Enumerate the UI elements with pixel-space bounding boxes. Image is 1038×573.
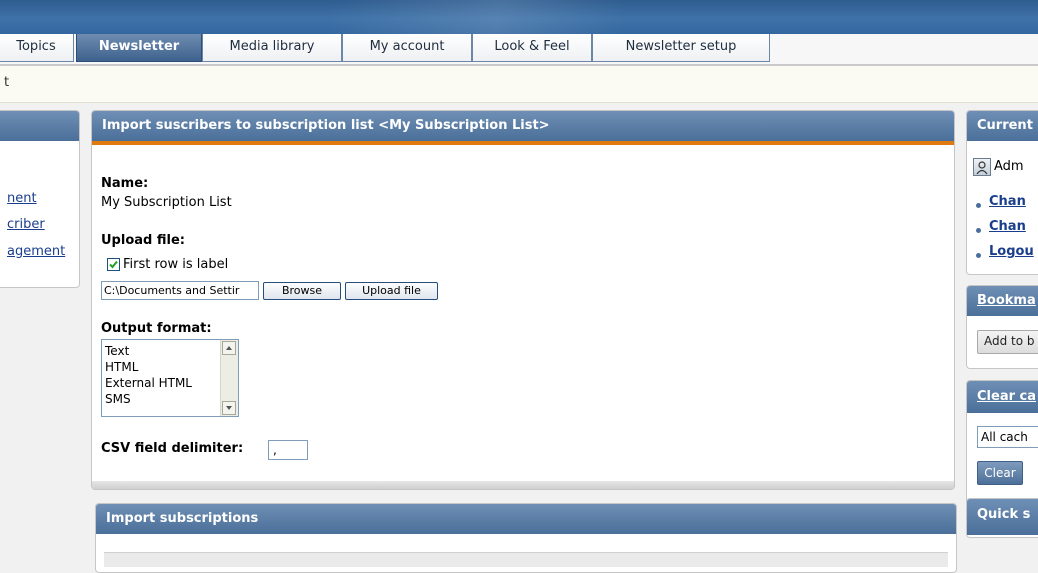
listbox-option-sms[interactable]: SMS	[105, 391, 131, 407]
breadcrumb-bar: t	[0, 66, 1038, 103]
left-menu-link-1[interactable]: nent	[7, 191, 37, 206]
clear-cache-title[interactable]: Clear ca	[967, 381, 1038, 413]
left-menu-link-3[interactable]: agement	[7, 244, 65, 259]
name-value: My Subscription List	[101, 195, 232, 210]
bullet	[976, 228, 981, 233]
first-row-label: First row is label	[123, 257, 229, 272]
bookmarks-panel: Bookma Add to b	[966, 285, 1038, 369]
scroll-down-arrow-icon[interactable]	[222, 401, 236, 415]
panel-footer-strip	[92, 481, 954, 489]
current-user-panel: Current Adm Chan Chan Logou	[966, 110, 1038, 275]
change-link-1[interactable]: Chan	[989, 194, 1026, 209]
change-link-2[interactable]: Chan	[989, 219, 1026, 234]
output-format-listbox[interactable]: Text HTML External HTML SMS	[101, 339, 239, 417]
left-menu-header	[0, 111, 79, 141]
breadcrumb: t	[4, 75, 10, 90]
cache-type-select[interactable]: All cach	[977, 426, 1038, 448]
bookmarks-title[interactable]: Bookma	[967, 286, 1038, 316]
listbox-option-html[interactable]: HTML	[105, 359, 138, 375]
clear-cache-button[interactable]: Clear	[977, 461, 1023, 485]
first-row-checkbox[interactable]	[107, 258, 120, 271]
import-panel-title: Import suscribers to subscription list <…	[92, 111, 954, 141]
output-format-label: Output format:	[101, 321, 212, 336]
current-user-title: Current	[967, 111, 1038, 141]
import-subscribers-panel: Import suscribers to subscription list <…	[91, 110, 955, 490]
listbox-option-text[interactable]: Text	[105, 343, 129, 359]
left-menu-link-2[interactable]: criber	[7, 217, 45, 232]
listbox-option-external-html[interactable]: External HTML	[105, 375, 192, 391]
csv-delimiter-label: CSV field delimiter:	[101, 441, 244, 456]
accent-strip	[92, 141, 954, 145]
quick-search-panel: Quick s	[966, 498, 1038, 538]
tab-topics[interactable]: Topics	[0, 34, 74, 62]
listbox-scrollbar[interactable]	[220, 340, 238, 416]
import-subscriptions-title: Import subscriptions	[96, 504, 956, 534]
import-subscriptions-panel: Import subscriptions	[95, 503, 957, 573]
banner-decoration	[330, 0, 750, 34]
tab-media-library[interactable]: Media library	[202, 34, 342, 62]
import-table-header	[104, 552, 948, 567]
tab-my-account[interactable]: My account	[342, 34, 472, 62]
user-icon	[973, 158, 991, 176]
tab-newsletter-setup[interactable]: Newsletter setup	[592, 34, 770, 62]
upload-file-button[interactable]: Upload file	[345, 282, 438, 300]
logout-link[interactable]: Logou	[989, 244, 1034, 259]
add-bookmark-button[interactable]: Add to b	[977, 330, 1038, 354]
name-label: Name:	[101, 176, 149, 191]
user-name: Adm	[994, 159, 1024, 174]
csv-delimiter-input[interactable]	[268, 440, 308, 460]
upload-file-label: Upload file:	[101, 233, 185, 248]
tab-newsletter[interactable]: Newsletter	[76, 34, 202, 62]
clear-cache-panel: Clear ca All cach Clear	[966, 380, 1038, 508]
browse-button[interactable]: Browse	[263, 282, 341, 300]
quick-search-title: Quick s	[967, 499, 1038, 535]
left-menu-panel: nent criber agement	[0, 110, 80, 288]
bullet	[976, 203, 981, 208]
top-banner	[0, 0, 1038, 34]
tab-look-and-feel[interactable]: Look & Feel	[472, 34, 592, 62]
file-path-input[interactable]	[101, 281, 259, 300]
checkbox-checked-icon	[109, 260, 118, 269]
main-tab-strip: Topics Newsletter Media library My accou…	[0, 34, 1038, 66]
scroll-up-arrow-icon[interactable]	[222, 341, 236, 355]
bullet	[976, 253, 981, 258]
